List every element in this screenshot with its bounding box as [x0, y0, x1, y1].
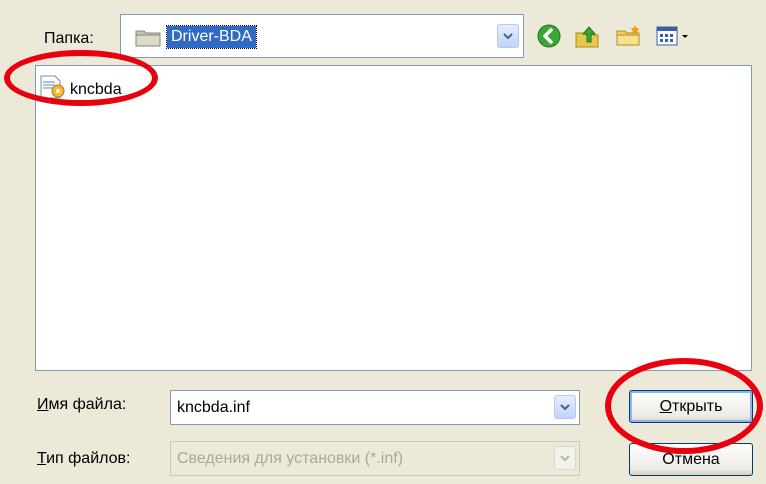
- filetype-dropdown-button[interactable]: [554, 446, 576, 470]
- back-button[interactable]: [534, 21, 564, 51]
- file-list[interactable]: kncbda: [35, 65, 752, 371]
- filename-input[interactable]: kncbda.inf: [177, 399, 250, 417]
- look-in-dropdown-button[interactable]: [497, 24, 519, 48]
- chevron-down-icon: [560, 403, 570, 410]
- new-folder-button[interactable]: [613, 21, 643, 51]
- filename-label: Имя файла:: [37, 396, 127, 413]
- current-folder-name: Driver-BDA: [166, 25, 257, 49]
- new-folder-icon: [616, 25, 640, 46]
- filename-dropdown-button[interactable]: [554, 395, 576, 419]
- cancel-button[interactable]: Отмена: [629, 443, 753, 476]
- up-folder-icon: [575, 26, 599, 48]
- look-in-label: Папка:: [44, 30, 94, 47]
- open-button[interactable]: Открыть: [629, 390, 753, 423]
- look-in-combo[interactable]: Driver-BDA: [120, 14, 524, 58]
- up-one-level-button[interactable]: [572, 21, 602, 51]
- filetype-value: Сведения для установки (*.inf): [177, 450, 404, 467]
- filetype-label: Тип файлов:: [37, 450, 131, 467]
- list-item-label: kncbda: [70, 80, 122, 98]
- back-icon: [537, 24, 561, 48]
- chevron-down-icon: [503, 32, 513, 39]
- view-menu-icon: [656, 26, 688, 46]
- filetype-combo[interactable]: Сведения для установки (*.inf): [170, 441, 580, 476]
- setup-information-file-icon: [38, 74, 66, 105]
- view-menu-button[interactable]: [652, 21, 696, 51]
- list-item[interactable]: kncbda: [38, 74, 124, 105]
- filename-combo[interactable]: kncbda.inf: [170, 390, 580, 425]
- chevron-down-icon: [560, 454, 570, 461]
- folder-icon: [135, 27, 161, 47]
